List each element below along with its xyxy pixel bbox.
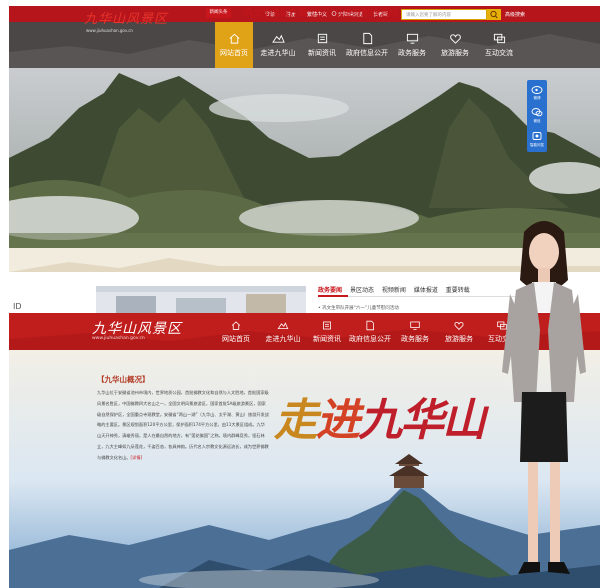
nav-label: 互动交流 (485, 49, 513, 57)
nav-item-about[interactable]: 走进九华山 (256, 22, 300, 68)
nav-label: 新闻资讯 (313, 334, 341, 343)
search-input[interactable]: 请输入您要了解的内容 (401, 9, 487, 20)
wechat-icon[interactable] (531, 107, 543, 117)
home-icon (231, 320, 241, 330)
mini-program-icon[interactable] (531, 131, 543, 141)
news-tabs: 政务要闻 景区动态 视频新闻 媒体报道 重要转载 (318, 285, 476, 294)
slogan-part-2: 进 (316, 395, 360, 446)
slogan-part-3: 九华山 (358, 395, 486, 446)
news-item-title: 巩文生带队开展“六一”儿童节慰问活动 (322, 306, 399, 311)
site-logo[interactable]: 九华山风景区 (84, 8, 168, 27)
heart-icon (454, 321, 464, 330)
site-domain-secondary: www.jiuhuashan.gov.cn (92, 336, 145, 341)
intro-body: 九华山位于安徽省池州市境内，世界地质公园，首批佛教文化和自然与人文胜地，首批国家… (97, 388, 269, 464)
nav2-item-home[interactable]: 网站首页 (215, 313, 257, 350)
news-icon (323, 321, 331, 329)
weibo-label: 微博 (533, 96, 541, 100)
nav2-item-travel[interactable]: 旅游服务 (440, 313, 478, 350)
floating-share-toolbar: 微博 微信 智能问答 (527, 80, 547, 152)
nav-item-gov-service[interactable]: 政务服务 (393, 22, 431, 68)
nav-label: 新闻资讯 (308, 49, 336, 57)
nav-label: 旅游服务 (445, 334, 473, 343)
nav-label: 旅游服务 (441, 49, 469, 57)
nav-item-news[interactable]: 新闻资讯 (303, 22, 341, 68)
side-tab-glyph[interactable]: ID (13, 302, 22, 311)
nav-label: 政府信息公开 (346, 49, 388, 57)
mountain-icon (271, 34, 285, 43)
wechat-label: 微信 (533, 119, 541, 123)
site-domain: www.jiuhuashan.gov.cn (86, 28, 133, 33)
nav-label: 政务服务 (398, 49, 426, 57)
news-list-item[interactable]: • 巩文生带队开展“六一”儿童节慰问活动 (318, 305, 399, 311)
heart-icon (449, 34, 461, 44)
advanced-search-link[interactable]: 高级搜索 (505, 11, 525, 18)
nav2-item-gov-info[interactable]: 政府信息公开 (346, 313, 394, 350)
monitor-icon (410, 321, 420, 330)
nav-label: 网站首页 (222, 334, 250, 343)
headline-badge: 新闻头条 (206, 8, 231, 18)
monitor-icon (406, 33, 418, 44)
nav-label: 政务服务 (401, 334, 429, 343)
avatar-figure (502, 221, 586, 574)
nav-item-gov-info[interactable]: 政府信息公开 (342, 22, 392, 68)
news-photo[interactable] (96, 286, 306, 314)
intro-more-link[interactable]: [详情] (131, 455, 143, 460)
nav-label: 走进九华山 (265, 334, 301, 343)
nav2-item-news[interactable]: 新闻资讯 (308, 313, 346, 350)
tab-scenic-updates[interactable]: 景区动态 (350, 287, 374, 294)
chat-icon (493, 33, 505, 44)
intro-title: 【九华山概况】 (97, 375, 150, 384)
document-icon (362, 32, 372, 45)
slogan-text: 走进九华山 (274, 384, 486, 448)
intro-text: 九华山位于安徽省池州市境内，世界地质公园，首批佛教文化和自然与人文胜地，首批国家… (97, 390, 269, 460)
home-icon (229, 33, 239, 44)
news-photo-image (96, 286, 306, 314)
headline-text[interactable]: 巩文生带队开展“六一”儿童节慰问活动 (244, 6, 397, 19)
nav-item-interaction[interactable]: 互动交流 (479, 22, 519, 68)
tab-media-reports[interactable]: 媒体报道 (414, 287, 438, 294)
weibo-icon[interactable] (531, 84, 543, 94)
tab-reposts[interactable]: 重要转载 (446, 287, 470, 294)
site-logo-secondary[interactable]: 九华山风景区 (92, 318, 182, 338)
tab-gov-news[interactable]: 政务要闻 (318, 287, 342, 294)
virtual-assistant-avatar[interactable] (496, 212, 592, 588)
nav-item-home[interactable]: 网站首页 (215, 22, 253, 68)
search-icon (490, 10, 498, 19)
nav2-item-about[interactable]: 走进九华山 (259, 313, 307, 350)
search-button[interactable] (487, 9, 501, 20)
document-icon (366, 320, 374, 330)
slogan-part-1: 走 (274, 395, 318, 446)
nav-label: 走进九华山 (260, 49, 296, 57)
nav-item-travel[interactable]: 旅游服务 (436, 22, 474, 68)
tabs-divider (318, 296, 518, 297)
tab-video-news[interactable]: 视频新闻 (382, 287, 406, 294)
active-tab-underline (318, 295, 348, 297)
nav-label: 网站首页 (220, 49, 248, 57)
news-icon (317, 33, 327, 44)
nav-label: 政府信息公开 (349, 334, 391, 343)
mountain-icon (277, 321, 289, 329)
nav2-item-gov-service[interactable]: 政务服务 (396, 313, 434, 350)
mini-program-label: 智能问答 (530, 143, 544, 147)
browser-page: 登录 注册 繁體中文 无障碍浏览 长者版 请输入您要了解的内容 高级搜索 九华山… (0, 0, 600, 588)
